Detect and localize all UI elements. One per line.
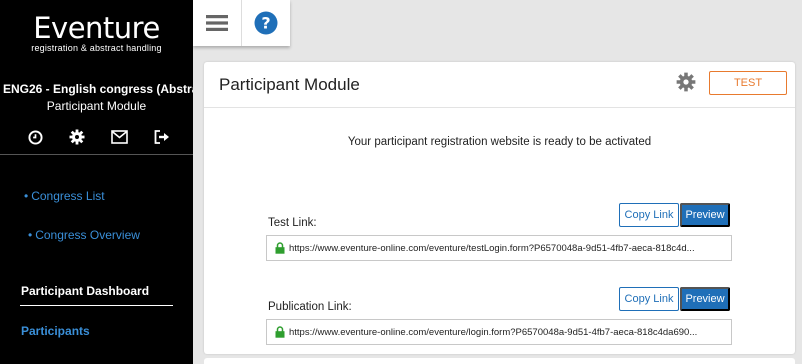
sidebar-item-participants[interactable]: Participants <box>21 324 90 338</box>
hamburger-menu-icon <box>206 15 228 31</box>
bullet: • <box>24 189 29 203</box>
help-button[interactable]: ? <box>242 0 290 46</box>
logo[interactable]: Eventure registration & abstract handlin… <box>0 12 193 53</box>
menu-toggle-button[interactable] <box>193 0 241 46</box>
sidebar-item-congress-list[interactable]: • Congress List <box>24 189 105 203</box>
preview-publication-link-button[interactable]: Preview <box>680 287 730 311</box>
module-name: Participant Module <box>46 99 147 113</box>
envelope-icon[interactable] <box>111 128 129 146</box>
test-link-label: Test Link: <box>268 217 317 229</box>
sidebar: Eventure registration & abstract handlin… <box>0 0 193 364</box>
sidebar-section-heading[interactable]: Participant Dashboard <box>21 284 149 298</box>
logo-title: Eventure <box>33 11 160 45</box>
test-button[interactable]: TEST <box>709 71 787 95</box>
lock-icon <box>275 326 285 338</box>
test-link-field[interactable]: https://www.eventure-online.com/eventure… <box>266 235 732 261</box>
settings-gear-icon[interactable] <box>676 72 696 92</box>
clock-icon[interactable] <box>26 128 44 146</box>
publication-link-field[interactable]: https://www.eventure-online.com/eventure… <box>266 319 732 345</box>
page-title: Participant Module <box>219 75 360 94</box>
bullet: • <box>28 228 33 242</box>
sidebar-heading-underline <box>20 305 173 306</box>
preview-test-link-button[interactable]: Preview <box>680 203 730 227</box>
sidebar-icon-row <box>26 128 171 146</box>
copy-test-link-button[interactable]: Copy Link <box>619 203 679 227</box>
logo-subtitle: registration & abstract handling <box>31 43 162 53</box>
publication-link-url: https://www.eventure-online.com/eventure… <box>289 326 698 338</box>
test-link-url: https://www.eventure-online.com/eventure… <box>289 242 695 254</box>
publication-link-label: Publication Link: <box>268 301 352 313</box>
sidebar-item-congress-overview[interactable]: • Congress Overview <box>28 228 140 242</box>
sidebar-item-label: Congress List <box>31 189 105 203</box>
next-panel-edge <box>204 358 795 364</box>
participant-module-panel: Participant Module TEST Your participant… <box>204 62 795 354</box>
sidebar-divider <box>0 154 193 155</box>
panel-header: Participant Module TEST <box>204 62 795 108</box>
lock-icon <box>275 242 285 254</box>
top-toolbar: ? <box>193 0 290 46</box>
gear-icon[interactable] <box>68 128 86 146</box>
copy-publication-link-button[interactable]: Copy Link <box>619 287 679 311</box>
sidebar-item-label: Congress Overview <box>35 228 140 242</box>
ready-message: Your participant registration website is… <box>347 136 652 148</box>
svg-text:?: ? <box>261 14 270 33</box>
sign-out-icon[interactable] <box>153 128 171 146</box>
help-icon: ? <box>254 11 278 35</box>
congress-name: ENG26 - English congress (Abstrac... <box>3 82 193 96</box>
